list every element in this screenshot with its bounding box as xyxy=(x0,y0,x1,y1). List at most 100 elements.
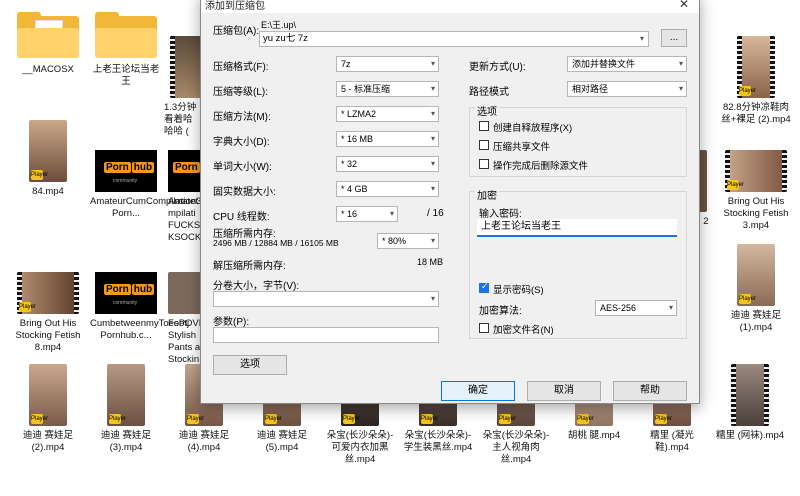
chevron-down-icon: ▾ xyxy=(430,184,435,193)
cancel-button[interactable]: 取消 xyxy=(527,381,601,401)
mem-percent-select[interactable]: * 80% ▾ xyxy=(377,233,439,249)
item-label: Amatet mpilati FUCKS KSOCK xyxy=(168,196,202,243)
dict-value: * 16 MB xyxy=(341,134,374,144)
params-field[interactable] xyxy=(213,327,439,343)
pornhub-thumbnail: Porn hub community xyxy=(95,150,157,192)
sfx-checkbox[interactable] xyxy=(479,121,489,131)
solid-select[interactable]: * 4 GB ▾ xyxy=(336,181,439,197)
ok-button[interactable]: 确定 xyxy=(441,381,515,401)
delete-label: 操作完成后删除源文件 xyxy=(493,161,589,172)
item-label: CumbetweenmyToesPOVFootjobAMATEURPORN-Po… xyxy=(90,318,307,341)
desktop-item-video[interactable]: Player 84.mp4 xyxy=(12,120,84,198)
desktop-item-video[interactable]: Footj Stylish Pants a Stockin xyxy=(168,272,204,366)
update-select[interactable]: 添加并替换文件 ▾ xyxy=(567,56,687,72)
player-badge-icon: Player xyxy=(727,180,745,190)
desktop-item-video[interactable]: Player 82.8分钟凉鞋肉丝+裸足 (2).mp4 xyxy=(720,36,792,126)
desktop-item-video[interactable]: Porn Amatet mpilati FUCKS KSOCK xyxy=(168,150,204,244)
folder-icon xyxy=(17,12,79,58)
player-badge-icon: Player xyxy=(265,414,283,424)
item-label: 朵宝(长沙朵朵)-主人视角肉丝.mp4 xyxy=(482,430,550,465)
item-label: 胡桃 腿.mp4 xyxy=(567,430,621,441)
desktop-item-macosx[interactable]: __MACOSX xyxy=(12,8,84,76)
enc-method-value: AES-256 xyxy=(600,303,637,313)
show-password-label: 显示密码(S) xyxy=(493,285,544,296)
password-label: 输入密码: xyxy=(479,209,522,220)
player-badge-icon: Player xyxy=(31,414,49,424)
method-label: 压缩方法(M): xyxy=(213,112,271,123)
level-value: 5 - 标准压缩 xyxy=(341,84,391,94)
split-select[interactable]: ▾ xyxy=(213,291,439,307)
item-label: 糯里 (网袜).mp4 xyxy=(715,430,785,441)
video-thumbnail: Player xyxy=(737,244,775,306)
dict-select[interactable]: * 16 MB ▾ xyxy=(336,131,439,147)
encrypt-names-checkbox[interactable] xyxy=(479,323,489,333)
format-value: 7z xyxy=(341,59,351,69)
word-value: * 32 xyxy=(341,159,358,169)
chevron-down-icon: ▾ xyxy=(430,236,435,245)
archive-label: 压缩包(A): xyxy=(213,26,260,37)
desktop-item-video[interactable]: Player Bring Out His Stocking Fetish 8.m… xyxy=(12,272,84,354)
word-label: 单词大小(W): xyxy=(213,162,272,173)
threads-select[interactable]: * 16 ▾ xyxy=(336,206,398,222)
desktop-item-video[interactable]: Player 迪迪 赛娃足 (2).mp4 xyxy=(12,364,84,454)
word-select[interactable]: * 32 ▾ xyxy=(336,156,439,172)
desktop-item-video[interactable]: Player 迪迪 赛娃足 (1).mp4 xyxy=(720,244,792,334)
chevron-down-icon: ▾ xyxy=(678,84,683,93)
sfx-label: 创建自释放程序(X) xyxy=(493,123,573,134)
options-group-title: 选项 xyxy=(475,103,499,118)
folder-icon xyxy=(95,12,157,58)
format-select[interactable]: 7z ▾ xyxy=(336,56,439,72)
chevron-down-icon[interactable]: ▾ xyxy=(640,32,644,46)
desktop-item-video[interactable]: Player 迪迪 赛娃足 (3).mp4 xyxy=(90,364,162,454)
chevron-down-icon: ▾ xyxy=(389,209,394,218)
item-label: Bring Out His Stocking Fetish 8.mp4 xyxy=(15,318,81,353)
add-to-archive-dialog: 添加到压缩包 ✕ 压缩包(A): E:\王.up\ yu zu七 7z ▾ ...… xyxy=(200,0,700,404)
video-thumbnail: Player xyxy=(29,120,67,182)
desktop-item-video[interactable]: 1.3分钟 看着哈 哈哈 ( xyxy=(164,36,208,138)
pornhub-thumbnail: Porn hub community xyxy=(95,272,157,314)
method-select[interactable]: * LZMA2 ▾ xyxy=(336,106,439,122)
show-password-checkbox[interactable] xyxy=(479,281,489,293)
player-badge-icon: Player xyxy=(109,414,127,424)
shared-checkbox[interactable] xyxy=(479,140,489,150)
options-button[interactable]: 选项 xyxy=(213,355,287,375)
level-select[interactable]: 5 - 标准压缩 ▾ xyxy=(336,81,439,97)
help-button[interactable]: 帮助 xyxy=(613,381,687,401)
archive-name-value: yu zu七 7z xyxy=(263,33,308,44)
solid-value: * 4 GB xyxy=(341,184,368,194)
encrypt-names-label: 加密文件名(N) xyxy=(493,325,554,336)
browse-button[interactable]: ... xyxy=(661,29,687,47)
enc-method-label: 加密算法: xyxy=(479,306,522,317)
delete-checkbox[interactable] xyxy=(479,159,489,169)
desktop-item-video[interactable]: Porn hub community AmateurCumCompilation3M… xyxy=(90,150,332,220)
format-label: 压缩格式(F): xyxy=(213,62,269,73)
pornhub-thumbnail: Porn xyxy=(168,150,204,192)
video-thumbnail xyxy=(731,364,769,426)
desktop-item-video[interactable]: 糯里 (网袜).mp4 xyxy=(714,364,786,442)
video-thumbnail: Player xyxy=(725,150,787,192)
password-field[interactable]: 上老王论坛当老王 xyxy=(477,219,677,237)
player-badge-icon: Player xyxy=(739,294,757,304)
threads-value: * 16 xyxy=(341,209,358,219)
logo-subtext: community xyxy=(113,300,138,306)
player-badge-icon: Player xyxy=(577,414,595,424)
item-label: 迪迪 赛娃足 (2).mp4 xyxy=(22,430,74,453)
method-value: * LZMA2 xyxy=(341,109,377,119)
desktop-item-video[interactable]: Porn hub community CumbetweenmyToesPOVFoot… xyxy=(90,272,307,342)
archive-name-field[interactable]: yu zu七 7z ▾ xyxy=(259,31,649,47)
chevron-down-icon: ▾ xyxy=(430,134,435,143)
dialog-title-bar: 添加到压缩包 ✕ xyxy=(201,0,699,13)
dict-label: 字典大小(D): xyxy=(213,137,270,148)
video-thumbnail: Player xyxy=(17,272,79,314)
player-badge-icon: Player xyxy=(739,86,757,96)
dialog-title: 添加到压缩包 xyxy=(205,1,265,12)
logo-text: Porn xyxy=(104,162,131,173)
desktop-item-video[interactable]: Player Bring Out His Stocking Fetish 3.m… xyxy=(720,150,792,232)
desktop-item-folder[interactable]: 上老王论坛当老王 xyxy=(90,8,162,88)
chevron-down-icon: ▾ xyxy=(678,59,683,68)
path-select[interactable]: 相对路径 ▾ xyxy=(567,81,687,97)
params-label: 参数(P): xyxy=(213,317,250,328)
close-icon[interactable]: ✕ xyxy=(679,0,689,11)
enc-method-select[interactable]: AES-256 ▾ xyxy=(595,300,677,316)
player-badge-icon: Player xyxy=(499,414,517,424)
